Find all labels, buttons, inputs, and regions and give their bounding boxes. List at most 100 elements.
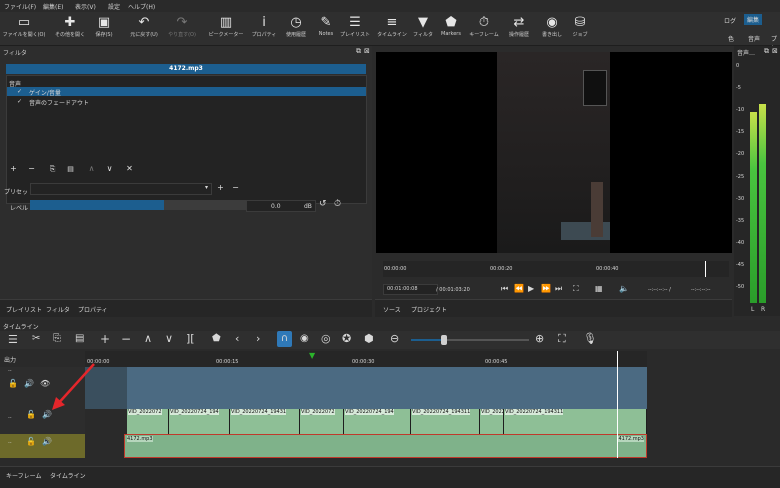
overwrite-icon[interactable]: ∨ (165, 332, 173, 345)
filter-item-fadeout[interactable]: ✓ 音声のフェードアウト (7, 97, 366, 107)
zoom-slider-handle[interactable] (441, 335, 447, 345)
append-icon[interactable]: + (100, 332, 110, 346)
marker-flag-icon[interactable]: ▼ (309, 351, 315, 360)
zoom-out-icon[interactable]: ⊖ (390, 332, 399, 345)
timeline-ruler[interactable]: 00:00:00 00:00:15 00:00:30 00:00:45 ▼ (85, 351, 647, 367)
fast-forward-icon[interactable]: ⏩ (541, 284, 551, 293)
save-label: 保存(S) (95, 32, 113, 38)
paste-icon[interactable]: ▤ (75, 333, 84, 344)
open-file-button[interactable]: ▭ ファイルを開く(O) (2, 14, 46, 44)
layout-log-tab[interactable]: ログ (724, 16, 736, 25)
mute-icon[interactable]: 🔊 (24, 379, 34, 388)
move-up-button[interactable]: ∧ (86, 164, 97, 174)
video-clip[interactable]: VID_20220724_19431 (230, 409, 300, 434)
close-panel-icon[interactable]: ⊠ (364, 47, 370, 55)
tab-source[interactable]: ソース (383, 305, 401, 314)
cut-icon[interactable]: ✂ (32, 333, 40, 344)
menu-help[interactable]: ヘルプ(H) (128, 2, 155, 11)
layout-edit-tab[interactable]: 編集 (744, 14, 763, 25)
volume-icon[interactable]: 🔈 (619, 284, 629, 293)
scrub-icon[interactable]: ◉ (300, 333, 309, 344)
video-clip[interactable]: VID_20220724_194 (169, 409, 230, 434)
lock-icon[interactable]: 🔓 (26, 437, 36, 446)
ripple-markers-icon[interactable]: ⬢ (364, 332, 374, 345)
filter-check[interactable]: ✓ (17, 88, 22, 95)
remove-filter-button[interactable]: − (26, 164, 37, 174)
track-header-audio[interactable]: .. 🔓 🔊 (0, 434, 85, 458)
track-header-video2[interactable]: .. 🔓 🔊 (0, 409, 85, 434)
save-icon: ▣ (97, 15, 111, 30)
video-clip[interactable]: VID_2022072 (300, 409, 344, 434)
zoom-in-icon[interactable]: ⊕ (535, 332, 544, 345)
record-audio-icon[interactable]: 🎙 (583, 332, 597, 345)
menu-file[interactable]: ファイル(F) (4, 2, 36, 11)
keyframe-toggle-icon[interactable]: ⏱ (334, 199, 341, 209)
open-file-label: ファイルを開く(O) (2, 32, 46, 38)
tab-playlist[interactable]: プレイリスト (6, 305, 42, 314)
skip-previous-icon[interactable]: ⏮ (501, 284, 508, 294)
timecode-field[interactable]: 00:01:00:08 (383, 284, 438, 295)
player-playhead[interactable] (705, 261, 706, 277)
video-clip[interactable]: VID_2022072 (127, 409, 169, 434)
video-clip[interactable]: VID_20220724_194311 (504, 409, 647, 434)
layout-audio-tab[interactable]: 音声 (748, 34, 760, 43)
ripple-all-icon[interactable]: ✪ (342, 332, 351, 345)
menu-view[interactable]: 表示(V) (75, 2, 96, 11)
level-spinbox[interactable]: 0.0 dB (246, 200, 316, 212)
redo-button[interactable]: ↷ やり直す(O) (160, 14, 204, 44)
timeline-playhead[interactable] (617, 351, 618, 458)
filter-item-gain[interactable]: ✓ ゲイン/音量 (7, 87, 366, 97)
video-clip-label: VID_20220724_194 (170, 409, 219, 415)
tab-keyframes[interactable]: キーフレーム (6, 471, 41, 480)
tab-filters[interactable]: フィルタ (46, 305, 70, 314)
add-filter-button[interactable]: + (8, 164, 19, 174)
ripple-icon[interactable]: ◎ (321, 332, 331, 345)
preset-combo[interactable]: ▾ (30, 183, 212, 195)
copy-icon[interactable]: ⎘ (53, 333, 61, 344)
lock-icon[interactable]: 🔓 (8, 379, 18, 388)
zoom-icon[interactable]: ⛶ (573, 284, 579, 294)
video-thumbnail-strip[interactable] (127, 367, 647, 409)
audio-clip[interactable]: 4172.mp3 4172.mp3 (124, 434, 647, 458)
rewind-icon[interactable]: ⏪ (514, 284, 524, 293)
level-label: レベル (10, 205, 29, 212)
layout-color-tab[interactable]: 色 (728, 34, 734, 43)
player-ruler[interactable]: 00:00:00 00:00:20 00:00:40 (383, 261, 729, 277)
video-clip-label: VID_20220724_194 (345, 409, 394, 415)
jobs-button[interactable]: ⛁ ジョブ (558, 14, 602, 44)
remove-icon[interactable]: − (121, 332, 131, 346)
tab-timeline[interactable]: タイムライン (50, 471, 86, 480)
next-marker-icon[interactable]: › (256, 332, 260, 345)
tab-project[interactable]: プロジェクト (411, 305, 447, 314)
float-panel-icon[interactable]: ⧉ (356, 47, 361, 56)
lock-icon[interactable]: 🔓 (26, 410, 36, 419)
play-icon[interactable]: ▶ (528, 284, 534, 293)
save-preset-button[interactable]: + (215, 183, 226, 193)
menu-settings[interactable]: 設定 (108, 2, 120, 11)
copy-filter-button[interactable]: ⎘ (47, 164, 58, 174)
grid-icon[interactable]: ▦ (595, 284, 603, 293)
previous-marker-icon[interactable]: ‹ (235, 332, 239, 345)
move-down-button[interactable]: ∨ (104, 164, 115, 174)
zoom-fit-icon[interactable]: ⛶ (558, 332, 566, 346)
video-clip[interactable]: VID_20220724_194311 (411, 409, 480, 434)
filter-check[interactable]: ✓ (17, 98, 22, 105)
level-slider[interactable] (30, 200, 246, 210)
reset-level-icon[interactable]: ↺ (319, 199, 327, 209)
timeline-menu-icon[interactable]: ☰ (8, 333, 18, 346)
paste-filter-button[interactable]: ▤ (65, 164, 76, 174)
skip-next-icon[interactable]: ⏭ (555, 284, 562, 294)
tab-properties[interactable]: プロパティ (78, 305, 108, 314)
video-clip[interactable]: VID_2022 (480, 409, 504, 434)
deselect-filter-button[interactable]: ✕ (124, 164, 135, 174)
zoom-slider[interactable] (411, 335, 529, 345)
save-button[interactable]: ▣ 保存(S) (82, 14, 126, 44)
lift-icon[interactable]: ∧ (144, 332, 152, 345)
video-clip[interactable]: VID_20220724_194 (344, 409, 411, 434)
split-icon[interactable]: ][ (186, 332, 195, 345)
delete-preset-button[interactable]: − (230, 183, 241, 193)
snap-icon[interactable]: ∩ (277, 331, 292, 347)
mute-icon[interactable]: 🔊 (42, 437, 52, 446)
menu-edit[interactable]: 編集(E) (43, 2, 63, 11)
marker-icon[interactable]: ⬟ (212, 333, 221, 344)
